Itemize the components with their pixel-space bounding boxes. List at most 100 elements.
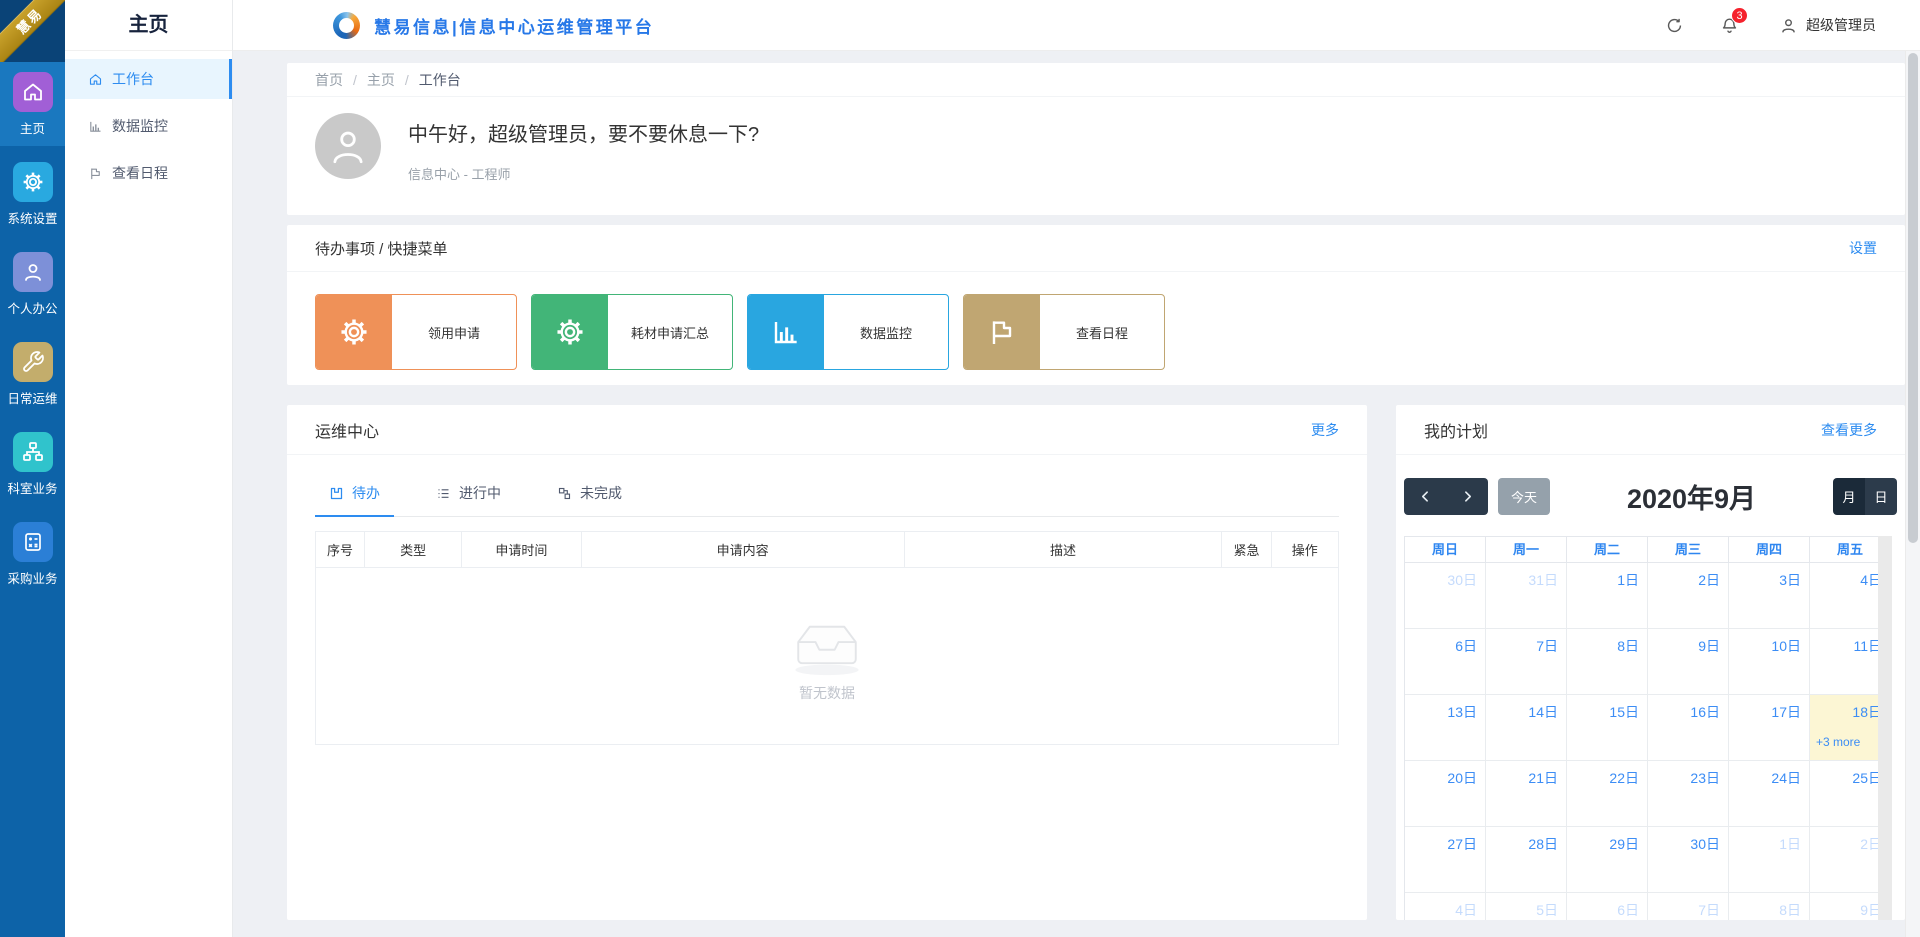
quick-card-2[interactable]: 耗材申请汇总 <box>531 294 733 370</box>
page-scrollbar[interactable] <box>1905 51 1920 937</box>
calendar-day-label: 2日 <box>1810 827 1878 854</box>
calendar-day-cell[interactable]: 4日 <box>1405 893 1486 920</box>
calendar-day-cell[interactable]: 18日+3 more <box>1810 695 1878 761</box>
calendar-day-cell[interactable]: 1日 <box>1567 563 1648 629</box>
brand-logo-icon <box>333 12 360 39</box>
primary-sidebar: 慧易 主页系统设置个人办公日常运维科室业务采购业务 <box>0 0 65 937</box>
calendar-day-cell[interactable]: 22日 <box>1567 761 1648 827</box>
calendar-day-label: 2日 <box>1648 563 1728 590</box>
calendar-day-cell[interactable]: 7日 <box>1486 629 1567 695</box>
next-month-button[interactable] <box>1446 478 1488 515</box>
calendar-day-cell[interactable]: 10日 <box>1729 629 1810 695</box>
quick-card-3[interactable]: 数据监控 <box>747 294 949 370</box>
calendar-day-cell[interactable]: 29日 <box>1567 827 1648 893</box>
calendar-day-cell[interactable]: 7日 <box>1648 893 1729 920</box>
calendar-day-cell[interactable]: 23日 <box>1648 761 1729 827</box>
calendar-day-cell[interactable]: 1日 <box>1729 827 1810 893</box>
calendar-day-cell[interactable]: 11日 <box>1810 629 1878 695</box>
primary-nav-item-2[interactable]: 系统设置 <box>0 152 65 236</box>
sidebar-corner: 慧易 <box>0 0 65 62</box>
calendar-day-cell[interactable]: 6日 <box>1405 629 1486 695</box>
calendar-day-cell[interactable]: 17日 <box>1729 695 1810 761</box>
brand-ribbon-label: 慧易 <box>12 3 47 38</box>
calendar-day-cell[interactable]: 31日 <box>1486 563 1567 629</box>
user-menu[interactable]: 超级管理员 <box>1779 15 1876 35</box>
calendar-day-cell[interactable]: 24日 <box>1729 761 1810 827</box>
quick-card-label: 查看日程 <box>1040 295 1164 369</box>
calendar-day-cell[interactable]: 2日 <box>1810 827 1878 893</box>
settings-link[interactable]: 设置 <box>1849 238 1877 258</box>
gear-icon <box>532 295 608 369</box>
secondary-nav-item-3[interactable]: 查看日程 <box>65 153 232 193</box>
calendar-day-cell[interactable]: 27日 <box>1405 827 1486 893</box>
calendar-week-row: 30日31日1日2日3日4日 <box>1405 563 1878 629</box>
ops-tab-2[interactable]: 进行中 <box>422 483 515 517</box>
calendar-day-cell[interactable]: 28日 <box>1486 827 1567 893</box>
calendar-day-label: 16日 <box>1648 695 1728 722</box>
calendar-day-label: 3日 <box>1729 563 1809 590</box>
month-view-button[interactable]: 月 <box>1833 478 1865 515</box>
calendar-day-cell[interactable]: 4日 <box>1810 563 1878 629</box>
table-column-header: 申请时间 <box>462 532 582 567</box>
calendar-day-cell[interactable]: 25日 <box>1810 761 1878 827</box>
calendar-day-cell[interactable]: 13日 <box>1405 695 1486 761</box>
avatar <box>315 113 381 179</box>
table-column-header: 申请内容 <box>582 532 905 567</box>
breadcrumb-item[interactable]: 首页 <box>315 70 343 90</box>
calendar-day-cell[interactable]: 16日 <box>1648 695 1729 761</box>
calendar-day-cell[interactable]: 21日 <box>1486 761 1567 827</box>
empty-state-text: 暂无数据 <box>316 683 1338 703</box>
plan-more-link[interactable]: 查看更多 <box>1821 420 1877 440</box>
calendar-day-cell[interactable]: 9日 <box>1648 629 1729 695</box>
page-scrollbar-thumb[interactable] <box>1908 53 1918 543</box>
breadcrumb-item[interactable]: 主页 <box>367 70 395 90</box>
calculator-icon <box>13 522 53 562</box>
calendar-day-label: 29日 <box>1567 827 1647 854</box>
quick-card-4[interactable]: 查看日程 <box>963 294 1165 370</box>
primary-nav-item-1[interactable]: 主页 <box>0 62 65 146</box>
calendar-day-cell[interactable]: 9日 <box>1810 893 1878 920</box>
calendar-day-cell[interactable]: 3日 <box>1729 563 1810 629</box>
refresh-icon[interactable] <box>1665 16 1684 35</box>
more-events-link[interactable]: +3 more <box>1810 735 1878 749</box>
calendar-day-cell[interactable]: 20日 <box>1405 761 1486 827</box>
calendar-day-cell[interactable]: 5日 <box>1486 893 1567 920</box>
calendar-day-cell[interactable]: 8日 <box>1729 893 1810 920</box>
calendar-day-cell[interactable]: 2日 <box>1648 563 1729 629</box>
primary-nav-item-6[interactable]: 采购业务 <box>0 512 65 596</box>
secondary-sidebar: 主页 工作台数据监控查看日程 <box>65 0 233 937</box>
calendar-day-cell[interactable]: 30日 <box>1648 827 1729 893</box>
notification-bell-icon[interactable]: 3 <box>1720 16 1739 35</box>
calendar-day-cell[interactable]: 6日 <box>1567 893 1648 920</box>
ops-tab-3[interactable]: 未完成 <box>543 483 636 517</box>
calendar-day-cell[interactable]: 30日 <box>1405 563 1486 629</box>
calendar-day-label: 13日 <box>1405 695 1485 722</box>
primary-nav-item-4[interactable]: 日常运维 <box>0 332 65 416</box>
secondary-nav-item-2[interactable]: 数据监控 <box>65 106 232 146</box>
bar-chart-icon <box>748 295 824 369</box>
day-view-button[interactable]: 日 <box>1865 478 1897 515</box>
calendar-clip: 周日周一周二周三周四周五 30日31日1日2日3日4日6日7日8日9日10日11… <box>1404 536 1878 920</box>
calendar-week-row: 6日7日8日9日10日11日 <box>1405 629 1878 695</box>
breadcrumb-item[interactable]: 工作台 <box>419 70 461 90</box>
calendar-day-label: 21日 <box>1486 761 1566 788</box>
notification-badge: 3 <box>1731 7 1748 24</box>
quick-card-1[interactable]: 领用申请 <box>315 294 517 370</box>
calendar-day-cell[interactable]: 15日 <box>1567 695 1648 761</box>
calendar-day-label: 15日 <box>1567 695 1647 722</box>
calendar-day-cell[interactable]: 8日 <box>1567 629 1648 695</box>
primary-nav-item-3[interactable]: 个人办公 <box>0 242 65 326</box>
primary-nav-label: 系统设置 <box>7 208 57 227</box>
primary-nav-item-5[interactable]: 科室业务 <box>0 422 65 506</box>
secondary-nav-item-1[interactable]: 工作台 <box>65 59 232 99</box>
breadcrumb: 首页/主页/工作台 <box>287 63 1905 97</box>
today-button[interactable]: 今天 <box>1498 478 1550 515</box>
ops-table-body: 暂无数据 <box>316 568 1338 744</box>
breadcrumb-separator: / <box>353 72 357 88</box>
ops-tab-1[interactable]: 待办 <box>315 483 394 517</box>
prev-month-button[interactable] <box>1404 478 1446 515</box>
calendar-day-cell[interactable]: 14日 <box>1486 695 1567 761</box>
calendar-scrollbar[interactable] <box>1878 536 1892 920</box>
ops-more-link[interactable]: 更多 <box>1311 420 1339 440</box>
calendar-week-row: 4日5日6日7日8日9日 <box>1405 893 1878 920</box>
